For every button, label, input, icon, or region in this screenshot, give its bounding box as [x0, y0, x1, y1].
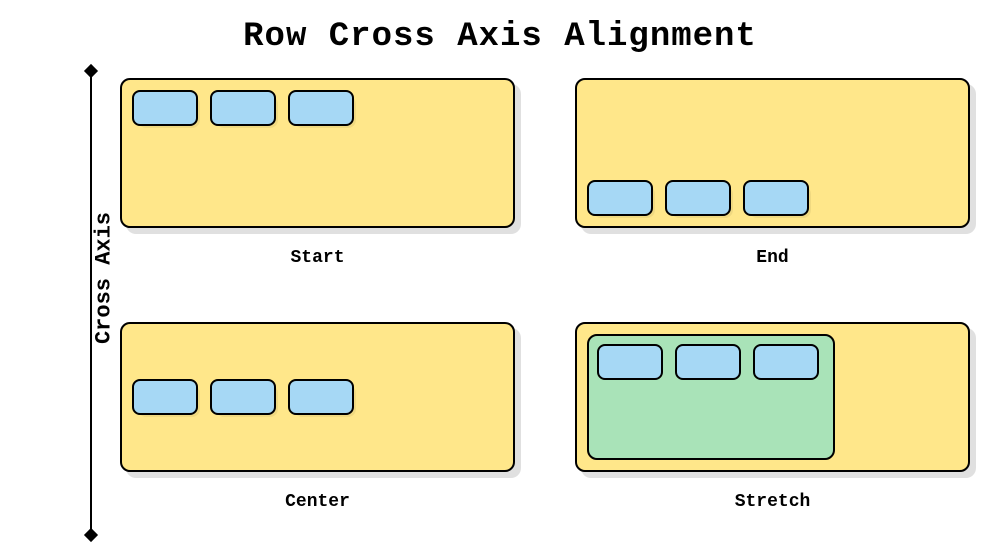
flex-item — [132, 90, 198, 126]
panel-label-end: End — [575, 248, 970, 268]
flex-item — [675, 344, 741, 380]
flex-item — [753, 344, 819, 380]
panels-grid: Start End Center — [120, 78, 970, 536]
flex-item — [597, 344, 663, 380]
flex-item — [665, 180, 731, 216]
panel-label-center: Center — [120, 492, 515, 512]
panel-end: End — [575, 78, 970, 292]
row-container-start — [120, 78, 515, 228]
panel-start: Start — [120, 78, 515, 292]
cross-axis-line — [90, 70, 92, 536]
row-container-center — [120, 322, 515, 472]
stretched-item-group — [587, 334, 835, 460]
flex-item — [210, 379, 276, 415]
diagram-title: Row Cross Axis Alignment — [0, 18, 1000, 56]
panel-label-stretch: Stretch — [575, 492, 970, 512]
flex-item — [288, 379, 354, 415]
panel-stretch: Stretch — [575, 322, 970, 536]
flex-item — [743, 180, 809, 216]
cross-axis-label: Cross Axis — [92, 212, 117, 344]
flex-item — [587, 180, 653, 216]
row-container-stretch — [575, 322, 970, 472]
row-container-end — [575, 78, 970, 228]
flex-item — [210, 90, 276, 126]
panel-label-start: Start — [120, 248, 515, 268]
flex-item — [288, 90, 354, 126]
panel-center: Center — [120, 322, 515, 536]
flex-item — [132, 379, 198, 415]
